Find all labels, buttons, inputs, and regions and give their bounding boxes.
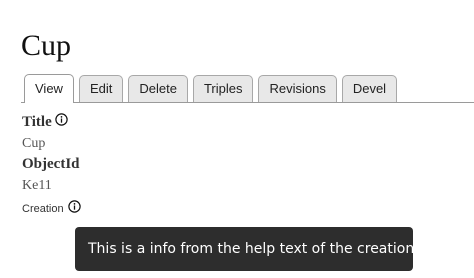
tab-bar: View Edit Delete Triples Revisions Devel [21,74,474,103]
info-icon[interactable] [55,113,68,126]
creation-label-text: Creation [22,202,64,215]
page: Cup View Edit Delete Triples Revisions D… [0,0,474,278]
title-field-value: Cup [22,136,46,151]
tab-edit[interactable]: Edit [78,75,124,102]
help-tooltip: This is a info from the help text of the… [75,227,419,271]
tab-view[interactable]: View [24,74,74,103]
tab-triples[interactable]: Triples [192,75,254,102]
objectid-field-label: ObjectId [22,156,80,173]
tab-revisions[interactable]: Revisions [258,75,337,102]
page-title: Cup [21,29,72,62]
tab-devel[interactable]: Devel [341,75,398,102]
objectid-label-text: ObjectId [22,156,80,172]
creation-field-label: Creation [22,200,81,215]
title-field-label: Title [22,113,68,131]
title-label-text: Title [22,114,52,130]
info-icon[interactable] [67,200,81,213]
objectid-field-value: Ke11 [22,178,52,193]
tab-delete[interactable]: Delete [128,75,188,102]
